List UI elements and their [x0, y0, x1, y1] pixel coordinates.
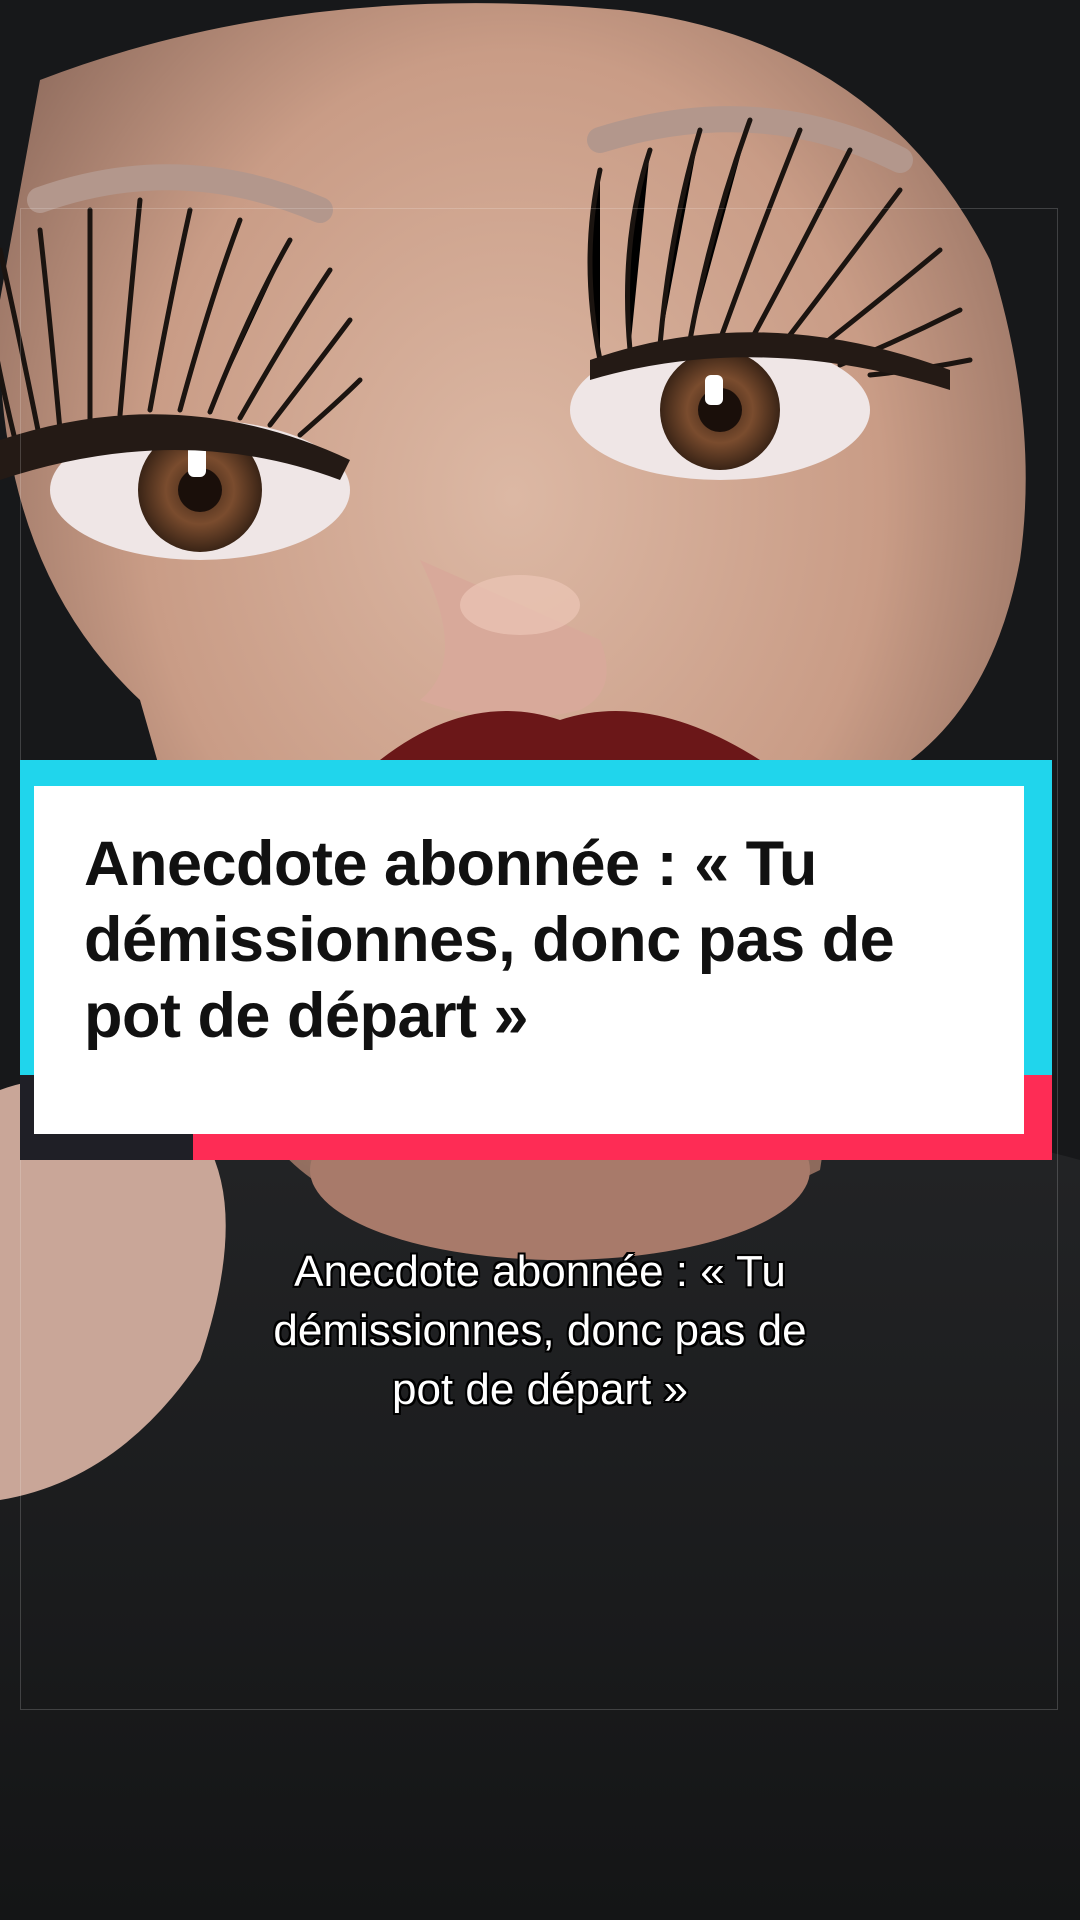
- video-caption: Anecdote abonnée : « Tu démissionnes, do…: [140, 1242, 940, 1419]
- title-card-text: Anecdote abonnée : « Tu démissionnes, do…: [84, 826, 974, 1054]
- title-line: démissionnes, donc pas de: [84, 905, 895, 975]
- title-line: pot de départ »: [84, 981, 529, 1051]
- caption-line: pot de départ »: [391, 1365, 688, 1414]
- title-card-panel: Anecdote abonnée : « Tu démissionnes, do…: [34, 786, 1024, 1134]
- caption-line: démissionnes, donc pas de: [273, 1306, 807, 1355]
- title-card: Anecdote abonnée : « Tu démissionnes, do…: [20, 760, 1052, 1160]
- title-line: Anecdote abonnée : « Tu: [84, 829, 817, 899]
- video-stage[interactable]: Anecdote abonnée : « Tu démissionnes, do…: [0, 0, 1080, 1920]
- caption-line: Anecdote abonnée : « Tu: [294, 1247, 786, 1296]
